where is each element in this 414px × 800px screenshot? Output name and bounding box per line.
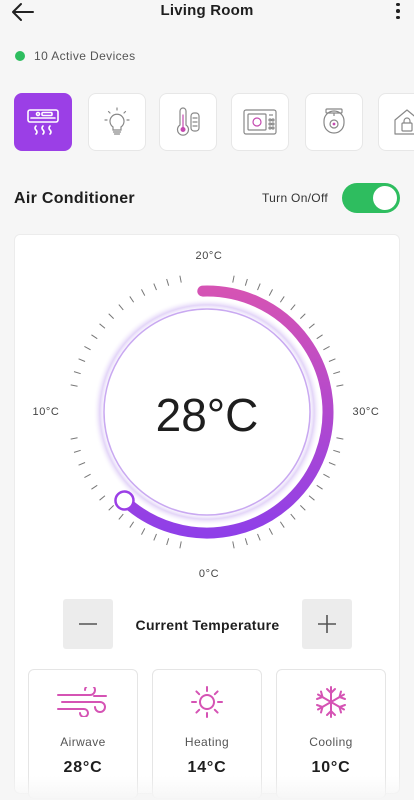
light-bulb-icon [104,107,130,135]
dial-label-bottom: 0°C [199,568,219,580]
security-camera-icon [323,108,345,134]
airwave-icon [57,687,107,717]
mode-value: 10°C [311,759,351,776]
mode-icon-wrap [29,682,137,722]
air-conditioner-icon [27,109,59,135]
dial-label-left: 10°C [33,406,60,418]
more-options-button[interactable] [388,0,408,24]
more-dot [396,15,400,20]
current-temperature: 28°C [156,389,259,441]
active-devices-status: 10 Active Devices [15,49,136,63]
dial-label-top: 20°C [196,250,223,262]
toggle-label: Turn On/Off [262,191,328,205]
device-air-conditioner[interactable] [14,93,72,151]
device-thermostat[interactable] [159,93,217,151]
toggle-knob [373,186,397,210]
microwave-icon [243,109,277,135]
increase-temperature-button[interactable] [302,599,352,649]
mode-name: Cooling [309,735,353,749]
header: Living Room [0,0,414,28]
smart-home-lock-icon [394,109,414,135]
mode-name: Heating [184,735,230,749]
current-temperature-label: Current Temperature [135,617,280,633]
device-microwave[interactable] [231,93,289,151]
more-dot [396,2,400,7]
dial-handle[interactable] [114,490,135,511]
mode-icon-wrap [153,682,261,722]
device-section-title: Air Conditioner [14,190,135,207]
cooling-icon [316,686,346,718]
plus-icon [318,615,336,633]
power-toggle[interactable] [342,183,400,213]
page-title: Living Room [160,2,254,19]
device-selector [14,93,414,153]
status-dot-icon [15,51,25,61]
thermostat-icon [176,107,200,136]
mode-icon-wrap [277,682,385,722]
mode-value: 14°C [187,759,227,776]
active-devices-text: 10 Active Devices [34,49,136,63]
dial-label-right: 30°C [353,406,380,418]
minus-icon [79,623,97,625]
device-light[interactable] [88,93,146,151]
heating-icon [191,686,223,718]
decrease-temperature-button[interactable] [63,599,113,649]
device-smart-lock[interactable] [378,93,414,151]
bottom-fade [0,776,414,800]
mode-value: 28°C [63,759,103,776]
more-dot [396,9,400,13]
device-camera[interactable] [305,93,363,151]
mode-name: Airwave [60,735,106,749]
